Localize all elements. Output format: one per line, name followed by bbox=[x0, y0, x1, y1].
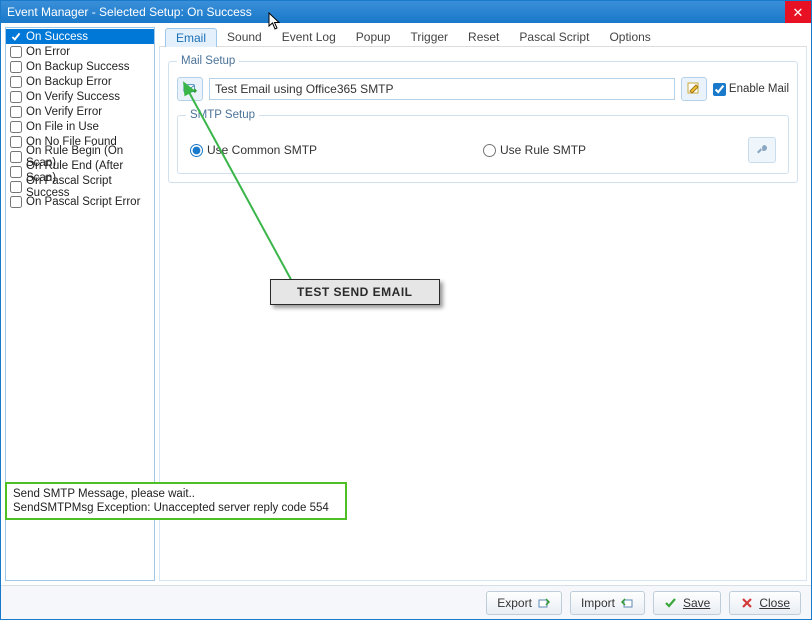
test-send-email-button[interactable] bbox=[177, 77, 203, 101]
tab-email[interactable]: Email bbox=[165, 28, 217, 48]
tab-trigger[interactable]: Trigger bbox=[400, 28, 458, 46]
sidebar-item[interactable]: On Pascal Script Success bbox=[6, 179, 154, 194]
tab-popup[interactable]: Popup bbox=[346, 28, 401, 46]
status-log: Send SMTP Message, please wait.. SendSMT… bbox=[5, 482, 347, 520]
save-label: Save bbox=[683, 596, 710, 610]
tab-pascal-script[interactable]: Pascal Script bbox=[509, 28, 599, 46]
export-button[interactable]: Export bbox=[486, 591, 562, 615]
envelope-send-icon bbox=[183, 82, 197, 96]
annotation-label: TEST SEND EMAIL bbox=[270, 279, 440, 305]
import-button[interactable]: Import bbox=[570, 591, 645, 615]
tab-bar: EmailSoundEvent LogPopupTriggerResetPasc… bbox=[159, 27, 807, 47]
dialog-button-bar: Export Import Sav bbox=[1, 585, 811, 619]
sidebar-item[interactable]: On Error bbox=[6, 44, 154, 59]
mail-setup-legend: Mail Setup bbox=[177, 55, 239, 67]
smtp-settings-button[interactable] bbox=[748, 137, 776, 163]
sidebar-item[interactable]: On Backup Success bbox=[6, 59, 154, 74]
check-icon bbox=[664, 596, 678, 610]
import-label: Import bbox=[581, 596, 615, 610]
smtp-setup-legend: SMTP Setup bbox=[186, 109, 259, 121]
sidebar-item-label: On Error bbox=[26, 46, 70, 58]
sidebar-item-checkbox[interactable] bbox=[10, 76, 22, 88]
edit-mail-button[interactable] bbox=[681, 77, 707, 101]
sidebar-item-label: On Success bbox=[26, 31, 88, 43]
sidebar-item-checkbox[interactable] bbox=[10, 46, 22, 58]
sidebar-item-label: On Pascal Script Error bbox=[26, 196, 140, 208]
use-common-smtp-label: Use Common SMTP bbox=[207, 143, 317, 157]
close-button[interactable]: Close bbox=[729, 591, 801, 615]
sidebar-item-label: On Verify Success bbox=[26, 91, 120, 103]
sidebar-item[interactable]: On Verify Error bbox=[6, 104, 154, 119]
export-label: Export bbox=[497, 596, 532, 610]
enable-mail-label: Enable Mail bbox=[729, 83, 789, 95]
close-label: Close bbox=[759, 596, 790, 610]
sidebar-item[interactable]: On Pascal Script Error bbox=[6, 194, 154, 209]
sidebar-item-checkbox[interactable] bbox=[10, 106, 22, 118]
mail-setup-fieldset: Mail Setup bbox=[168, 55, 798, 183]
sidebar-item[interactable]: On Verify Success bbox=[6, 89, 154, 104]
sidebar-item-label: On Verify Error bbox=[26, 106, 102, 118]
import-icon bbox=[620, 596, 634, 610]
sidebar-item-checkbox[interactable] bbox=[10, 196, 22, 208]
sidebar-item-checkbox[interactable] bbox=[10, 136, 22, 148]
sidebar-item-checkbox[interactable] bbox=[10, 151, 22, 163]
sidebar-item[interactable]: On Backup Error bbox=[6, 74, 154, 89]
sidebar-item[interactable]: On File in Use bbox=[6, 119, 154, 134]
sidebar-item-checkbox[interactable] bbox=[10, 61, 22, 73]
status-line-2: SendSMTPMsg Exception: Unaccepted server… bbox=[13, 501, 339, 515]
tab-event-log[interactable]: Event Log bbox=[272, 28, 346, 46]
sidebar-item-checkbox[interactable] bbox=[10, 121, 22, 133]
export-icon bbox=[537, 596, 551, 610]
status-line-1: Send SMTP Message, please wait.. bbox=[13, 487, 339, 501]
use-rule-smtp-label: Use Rule SMTP bbox=[500, 143, 586, 157]
use-rule-smtp-radio[interactable]: Use Rule SMTP bbox=[483, 143, 586, 157]
sidebar-item-checkbox[interactable] bbox=[10, 31, 22, 43]
edit-pencil-icon bbox=[687, 82, 701, 96]
close-icon: ✕ bbox=[793, 6, 804, 19]
enable-mail-checkbox[interactable]: Enable Mail bbox=[713, 83, 789, 96]
mail-subject-input[interactable] bbox=[209, 78, 675, 100]
smtp-setup-fieldset: SMTP Setup Use Common SMTP Use Rule SMTP bbox=[177, 109, 789, 174]
save-button[interactable]: Save bbox=[653, 591, 721, 615]
sidebar-item-checkbox[interactable] bbox=[10, 91, 22, 103]
window-close-button[interactable]: ✕ bbox=[785, 1, 811, 23]
sidebar-item-checkbox[interactable] bbox=[10, 181, 22, 193]
use-common-smtp-radio[interactable]: Use Common SMTP bbox=[190, 143, 483, 157]
window-title: Event Manager - Selected Setup: On Succe… bbox=[7, 5, 785, 19]
sidebar-item-checkbox[interactable] bbox=[10, 166, 22, 178]
sidebar-item-label: On Backup Error bbox=[26, 76, 112, 88]
sidebar-item-label: On File in Use bbox=[26, 121, 99, 133]
tab-options[interactable]: Options bbox=[599, 28, 660, 46]
tab-sound[interactable]: Sound bbox=[217, 28, 272, 46]
x-icon bbox=[740, 596, 754, 610]
sidebar-item-label: On Backup Success bbox=[26, 61, 130, 73]
wrench-icon bbox=[755, 143, 769, 157]
sidebar-item[interactable]: On Success bbox=[6, 29, 154, 44]
tab-reset[interactable]: Reset bbox=[458, 28, 509, 46]
